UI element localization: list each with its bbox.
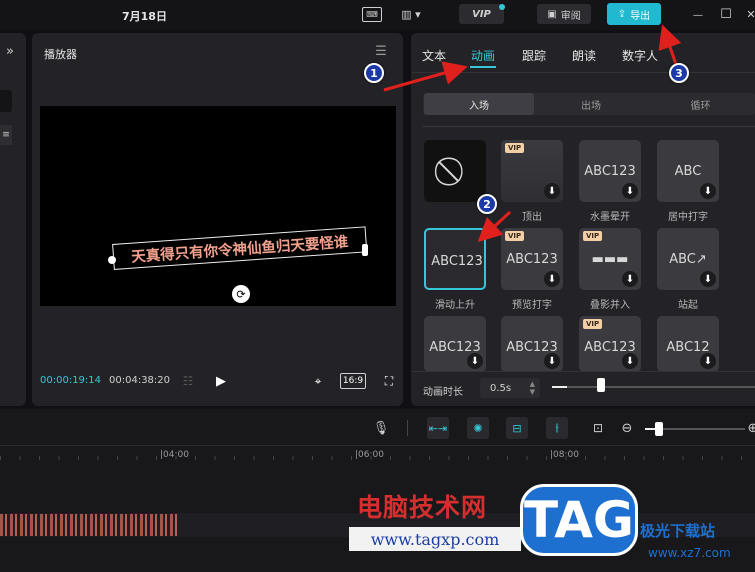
- arrow-to-slide-up: [477, 210, 512, 243]
- annotation-arrows: [383, 24, 682, 243]
- step-marker-3: 3: [669, 63, 689, 83]
- arrow-to-animation-tab: [383, 61, 468, 92]
- step-marker-2: 2: [477, 194, 497, 214]
- step-marker-1: 1: [364, 63, 384, 83]
